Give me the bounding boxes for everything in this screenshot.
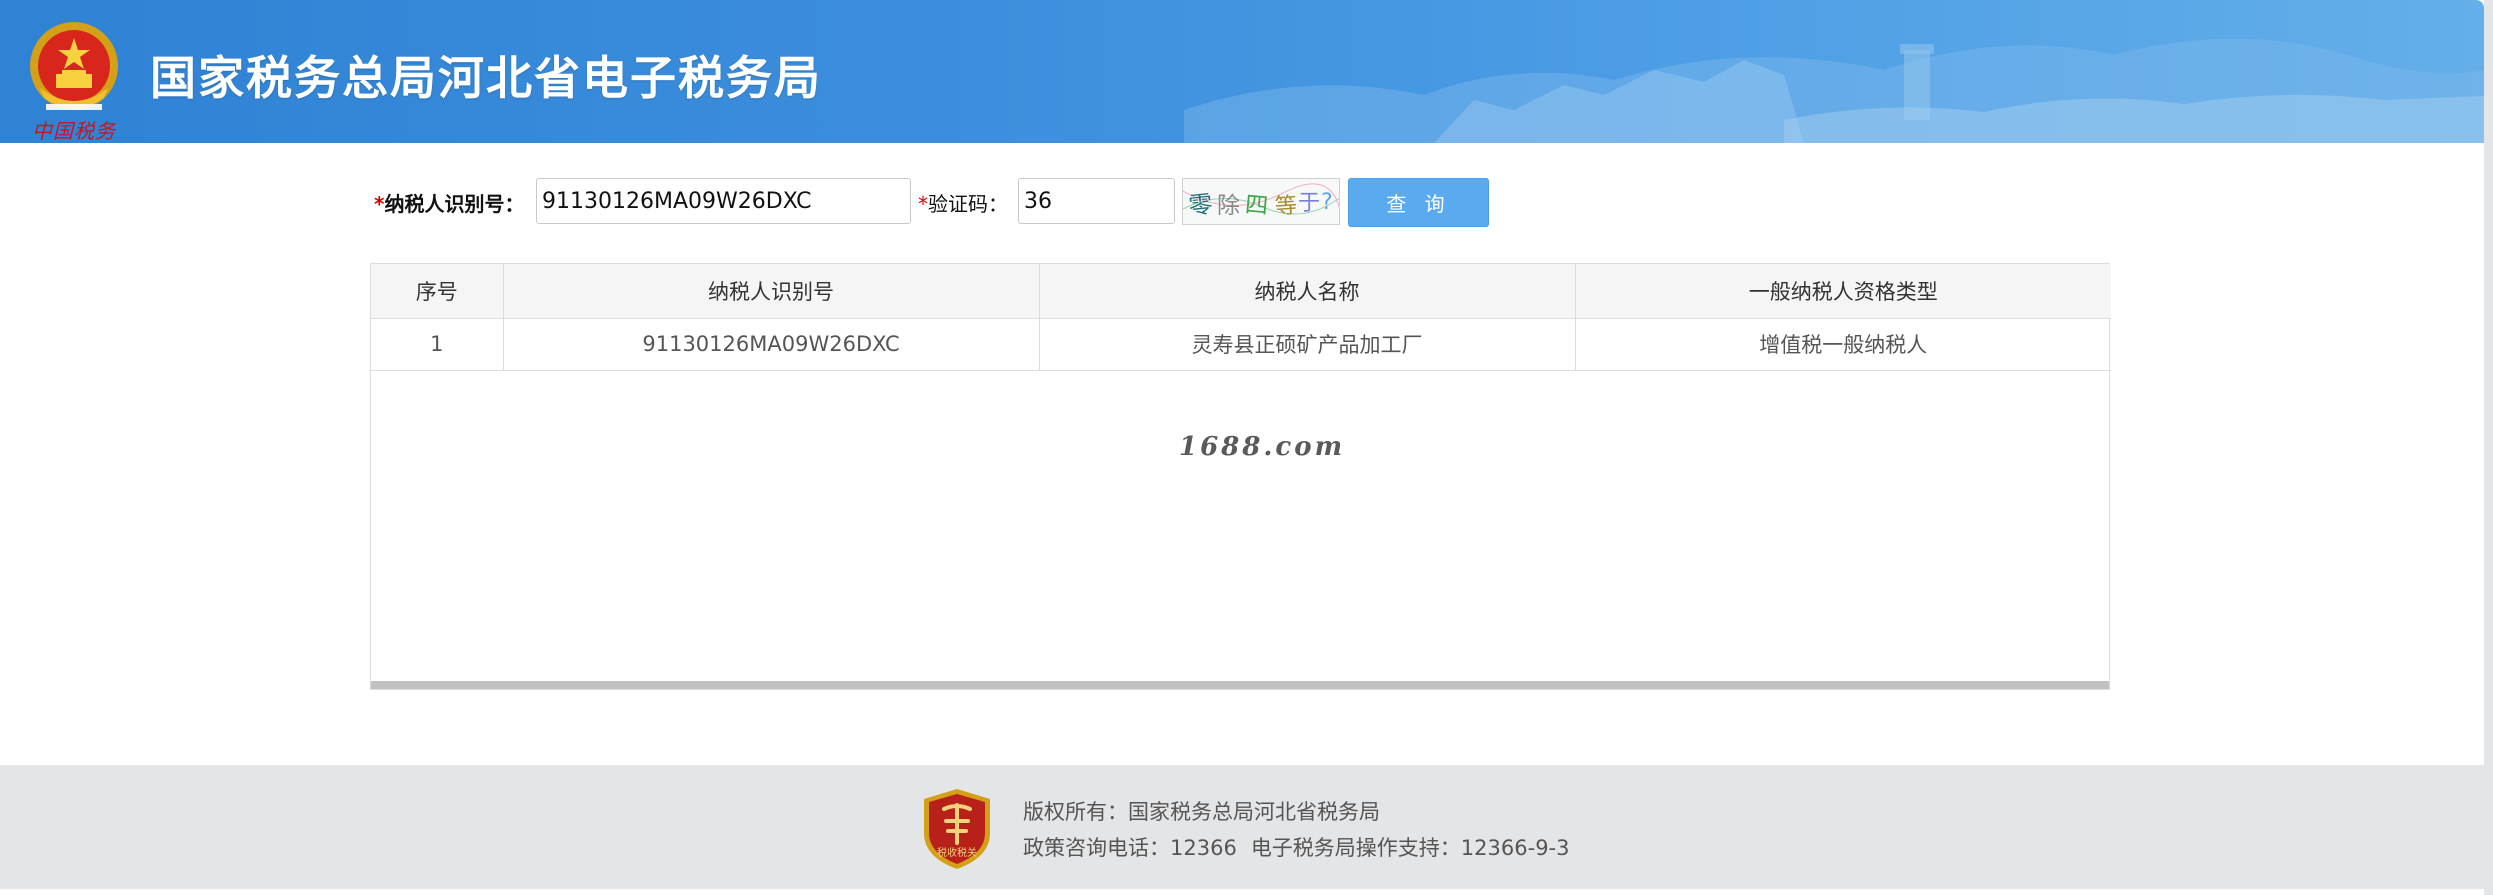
column-header-index: 序号 bbox=[371, 264, 504, 319]
cell-taxpayer-name: 灵寿县正硕矿产品加工厂 bbox=[1038, 317, 1576, 371]
captcha-char-5: 于 bbox=[1298, 191, 1320, 216]
search-button[interactable]: 查 询 bbox=[1348, 178, 1489, 227]
captcha-noise: 零 除 四 等 于 ? bbox=[1183, 183, 1339, 220]
column-header-taxpayer-id: 纳税人识别号 bbox=[502, 264, 1040, 319]
footer-hotline: 政策咨询电话：12366 bbox=[1023, 836, 1237, 860]
taxpayer-id-label: *纳税人识别号： bbox=[374, 192, 525, 216]
page-edge bbox=[2484, 0, 2493, 895]
column-header-taxpayer-name: 纳税人名称 bbox=[1038, 264, 1576, 319]
table-row: 1 91130126MA09W26DXC 灵寿县正硕矿产品加工厂 增值税一般纳税… bbox=[371, 317, 2111, 371]
cell-index: 1 bbox=[371, 317, 504, 371]
results-panel: 序号 纳税人识别号 纳税人名称 一般纳税人资格类型 1 91130126MA09… bbox=[370, 263, 2111, 690]
table-header-row: 序号 纳税人识别号 纳税人名称 一般纳税人资格类型 bbox=[371, 264, 2111, 319]
taxpayer-id-input[interactable] bbox=[536, 178, 911, 224]
captcha-char-2: 除 bbox=[1217, 193, 1240, 219]
national-emblem-icon bbox=[30, 22, 118, 110]
captcha-input[interactable] bbox=[1018, 178, 1175, 224]
site-footer: 税收税关 版权所有：国家税务总局河北省税务局 政策咨询电话：12366 电子税务局… bbox=[0, 765, 2484, 889]
required-mark: * bbox=[918, 192, 928, 216]
captcha-label: *验证码： bbox=[918, 192, 1008, 216]
column-header-qualification-type: 一般纳税人资格类型 bbox=[1574, 264, 2111, 319]
brand-calligraphy: 中国税务 bbox=[32, 119, 116, 143]
captcha-image[interactable]: 零 除 四 等 于 ? bbox=[1182, 178, 1340, 225]
great-wall-scenery bbox=[1184, 38, 2484, 143]
cell-taxpayer-id: 91130126MA09W26DXC bbox=[502, 317, 1040, 371]
horizontal-scrollbar[interactable] bbox=[371, 681, 2109, 689]
captcha-char-1: 零 bbox=[1187, 190, 1214, 220]
site-title: 国家税务总局河北省电子税务局 bbox=[150, 51, 822, 105]
captcha-char-6: ? bbox=[1321, 190, 1333, 215]
required-mark: * bbox=[374, 192, 385, 216]
watermark: 1688.com bbox=[1179, 432, 1346, 462]
cell-qualification-type: 增值税一般纳税人 bbox=[1574, 317, 2111, 371]
results-table: 序号 纳税人识别号 纳税人名称 一般纳税人资格类型 1 91130126MA09… bbox=[371, 264, 2111, 371]
captcha-char-3: 四 bbox=[1244, 192, 1269, 220]
badge-text: 税收税关 bbox=[937, 846, 977, 859]
tax-shield-icon: 税收税关 bbox=[924, 789, 990, 869]
captcha-char-4: 等 bbox=[1274, 193, 1298, 219]
footer-contact: 政策咨询电话：12366 电子税务局操作支持：12366-9-3 bbox=[1023, 833, 1570, 863]
footer-copyright: 版权所有：国家税务总局河北省税务局 bbox=[1023, 800, 1380, 824]
footer-support: 电子税务局操作支持：12366-9-3 bbox=[1250, 836, 1570, 860]
site-header: 中国税务 国家税务总局河北省电子税务局 bbox=[0, 0, 2484, 143]
